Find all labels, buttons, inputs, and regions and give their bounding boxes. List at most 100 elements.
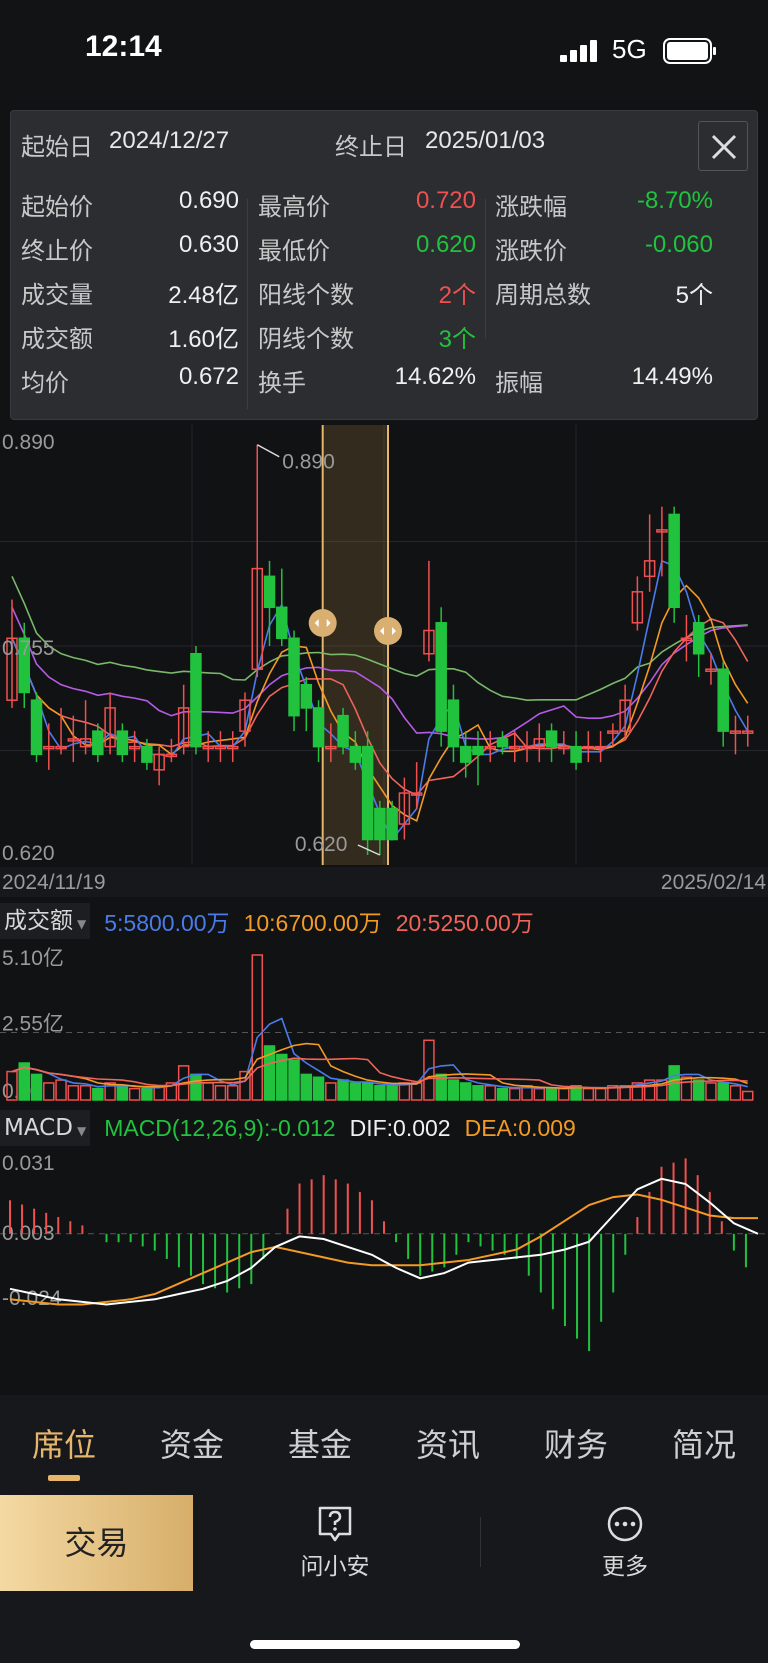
stat-cell: 均价 0.672: [21, 363, 239, 403]
signal-icon: [560, 40, 597, 62]
volume-y-mid-label: 2.55亿: [2, 1013, 64, 1036]
assistant-label: 问小安: [300, 1554, 370, 1580]
stat-label: 振幅: [495, 369, 543, 397]
trade-button[interactable]: 交易: [0, 1495, 193, 1591]
candle-body: [92, 730, 104, 756]
volume-bar: [239, 1070, 251, 1101]
stat-value: 5个: [675, 282, 713, 309]
stat-cell: 换手 14.62%: [258, 363, 476, 403]
candle-body: [717, 668, 729, 732]
volume-bar: [128, 1087, 141, 1101]
volume-bar: [361, 1082, 374, 1101]
y-axis-mid-label: 0.755: [2, 637, 55, 660]
stat-label: 终止价: [21, 237, 93, 265]
stat-label: 起始价: [21, 193, 93, 221]
stat-cell: 阳线个数 2个: [258, 275, 476, 315]
volume-bar: [67, 1085, 80, 1101]
candle-body: [545, 730, 558, 748]
dea-label: DEA:: [464, 1114, 519, 1141]
tab-profile[interactable]: 简况: [640, 1395, 768, 1495]
volume-ma20: 20:5250.00万: [395, 910, 534, 936]
tab-capital[interactable]: 资金: [128, 1395, 256, 1495]
date-axis-background: [0, 867, 768, 897]
stat-value: -0.060: [644, 231, 713, 258]
volume-bar: [717, 1082, 729, 1101]
detail-tabs: 席位 资金 基金 资讯 财务 简况: [0, 1395, 768, 1495]
stat-label: 阳线个数: [258, 281, 354, 309]
interval-stats-panel: 起始日 2024/12/27 终止日 2025/01/03 起始价 0.690 终止…: [10, 110, 758, 420]
low-marker-label: 0.620: [295, 833, 348, 856]
volume-bar: [288, 1059, 300, 1101]
volume-bar: [386, 1085, 398, 1101]
macd-dea: DEA:0.009: [465, 1115, 576, 1142]
candle-body: [668, 513, 680, 609]
more-label: 更多: [602, 1554, 648, 1580]
close-button[interactable]: [698, 121, 748, 171]
assistant-button[interactable]: 问小安: [270, 1505, 400, 1585]
question-icon: [318, 1506, 352, 1542]
stat-cell: 终止价 0.630: [21, 231, 239, 271]
more-button[interactable]: 更多: [560, 1505, 690, 1585]
stat-value: 14.62%: [394, 363, 476, 390]
candle-body: [447, 699, 460, 748]
candle-body: [116, 730, 129, 756]
x-axis-end-label: 2025/02/14: [661, 871, 766, 894]
volume-title: 成交额: [4, 908, 73, 934]
macd-selector[interactable]: MACD ▼: [0, 1110, 91, 1146]
stat-cell: 成交量 2.48亿: [21, 275, 239, 315]
stat-label: 换手: [258, 369, 306, 397]
volume-bar: [116, 1085, 129, 1101]
chart-area[interactable]: 0.8900.6200.8900.7550.620B2024/11/192025…: [0, 395, 768, 1395]
candle-body: [374, 807, 386, 841]
candle-body: [312, 707, 325, 748]
more-icon: [607, 1506, 643, 1542]
candle-body: [300, 683, 313, 709]
tab-finance[interactable]: 财务: [512, 1395, 640, 1495]
volume-ma5: 5:5800.00万: [104, 910, 230, 936]
dea-line: [9, 1193, 758, 1306]
y-axis-bottom-label: 0.620: [2, 842, 55, 865]
stat-cell: 成交额 1.60亿: [21, 319, 239, 359]
stat-label: 周期总数: [495, 281, 591, 309]
volume-bar: [337, 1079, 349, 1101]
volume-bar: [509, 1087, 521, 1101]
volume-bar: [496, 1087, 509, 1101]
stat-value: 14.49%: [631, 363, 713, 390]
candle-body: [337, 714, 349, 748]
tab-news[interactable]: 资讯: [384, 1395, 512, 1495]
start-date-value: 2024/12/27: [109, 127, 230, 154]
stat-value: 0.630: [178, 231, 239, 258]
volume-bar: [459, 1082, 472, 1101]
volume-bar: [680, 1076, 693, 1101]
volume-bar: [533, 1087, 546, 1101]
volume-bar: [692, 1079, 705, 1101]
battery-icon: [663, 38, 716, 64]
network-label: 5G: [612, 34, 647, 64]
left-drag-handle[interactable]: [308, 609, 337, 637]
volume-bar: [202, 1082, 214, 1101]
volume-bar: [423, 1039, 435, 1101]
volume-selector[interactable]: 成交额 ▼: [0, 903, 91, 939]
candle-body: [435, 622, 447, 732]
candle-body: [190, 652, 202, 748]
stat-value: 2.48亿: [168, 282, 239, 309]
volume-ma5-line: [11, 1017, 748, 1090]
stat-value: 0.620: [415, 231, 476, 258]
stat-cell: 涨跌幅 -8.70%: [495, 187, 713, 227]
right-drag-handle[interactable]: [374, 617, 402, 645]
stat-value: -8.70%: [636, 187, 713, 214]
high-marker-label: 0.890: [282, 451, 335, 474]
stat-cell: [495, 319, 713, 359]
stat-label: 最低价: [258, 237, 330, 265]
tab-fund[interactable]: 基金: [256, 1395, 384, 1495]
volume-bar: [705, 1082, 717, 1101]
dif-value: 0.002: [393, 1114, 451, 1141]
volume-bar: [374, 1085, 386, 1101]
stat-value: 0.690: [178, 187, 239, 214]
dea-value: 0.009: [518, 1114, 576, 1141]
stat-label: 均价: [21, 369, 69, 397]
stat-label: 阴线个数: [258, 325, 354, 353]
stat-cell: 最高价 0.720: [258, 187, 476, 227]
macd-dif: DIF:0.002: [350, 1115, 451, 1142]
volume-ma10-line: [11, 1042, 748, 1090]
